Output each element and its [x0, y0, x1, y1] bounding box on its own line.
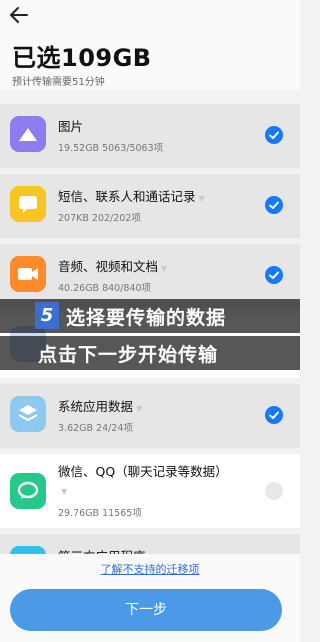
- caption-line-2: 点击下一步开始传输: [0, 336, 300, 370]
- list-item-messages[interactable]: 短信、联系人和通话记录 ▼ 207KB 202/202项: [0, 174, 300, 238]
- chevron-down-icon: ▼: [61, 487, 68, 496]
- checkmark-icon: [269, 411, 279, 419]
- chevron-down-icon: ▼: [198, 194, 205, 203]
- item-name: 音频、视频和文档 ▼: [58, 259, 168, 274]
- checkmark-icon: [269, 131, 279, 139]
- caption-line-1: 5 选择要传输的数据: [0, 299, 300, 333]
- caption-text-1: 选择要传输的数据: [66, 307, 227, 329]
- chat-icon: [10, 473, 46, 509]
- chevron-down-icon: ▼: [136, 404, 143, 413]
- page-title: 已选109GB: [12, 44, 152, 72]
- list-item-system-apps[interactable]: 系统应用数据 ▼ 3.62GB 24/24项: [0, 384, 300, 448]
- next-button[interactable]: 下一步: [10, 589, 282, 631]
- item-meta: 3.62GB 24/24项: [58, 423, 133, 434]
- header: 已选109GB 预计传输需要51分钟: [0, 32, 300, 90]
- item-meta: 40.26GB 840/840项: [58, 283, 152, 294]
- item-name: 系统应用数据 ▼: [58, 399, 143, 414]
- item-name: 图片: [58, 119, 84, 134]
- estimated-time: 预计传输需要51分钟: [12, 77, 105, 88]
- checkmark-icon: [269, 271, 279, 279]
- item-meta: 19.52GB 5063/5063项: [58, 143, 164, 154]
- caption-text-2: 点击下一步开始传输: [38, 344, 219, 366]
- item-checkbox[interactable]: [265, 406, 283, 424]
- item-meta: 29.76GB 11565项: [58, 508, 142, 519]
- layers-icon: [10, 396, 46, 432]
- checkmark-icon: [269, 201, 279, 209]
- item-checkbox[interactable]: [265, 126, 283, 144]
- item-name: 短信、联系人和通话记录 ▼: [58, 189, 205, 204]
- item-checkbox[interactable]: [265, 266, 283, 284]
- footer: 了解不支持的迁移项 下一步: [0, 554, 300, 642]
- unsupported-items-link[interactable]: 了解不支持的迁移项: [0, 561, 300, 577]
- item-checkbox[interactable]: [265, 482, 283, 500]
- item-meta: 207KB 202/202项: [58, 213, 141, 224]
- step-badge: 5: [35, 302, 59, 329]
- chevron-down-icon: ▼: [161, 264, 168, 273]
- item-checkbox[interactable]: [265, 196, 283, 214]
- top-bar: [0, 0, 300, 32]
- photo-icon: [10, 116, 46, 152]
- back-arrow-icon[interactable]: [8, 4, 30, 26]
- video-icon: [10, 256, 46, 292]
- item-name: 微信、QQ（聊天记录等数据）▼: [58, 464, 228, 496]
- list-item-photos[interactable]: 图片 19.52GB 5063/5063项: [0, 104, 300, 168]
- message-icon: [10, 186, 46, 222]
- list-item-wechat-qq[interactable]: 微信、QQ（聊天记录等数据）▼ 29.76GB 11565项: [0, 454, 300, 528]
